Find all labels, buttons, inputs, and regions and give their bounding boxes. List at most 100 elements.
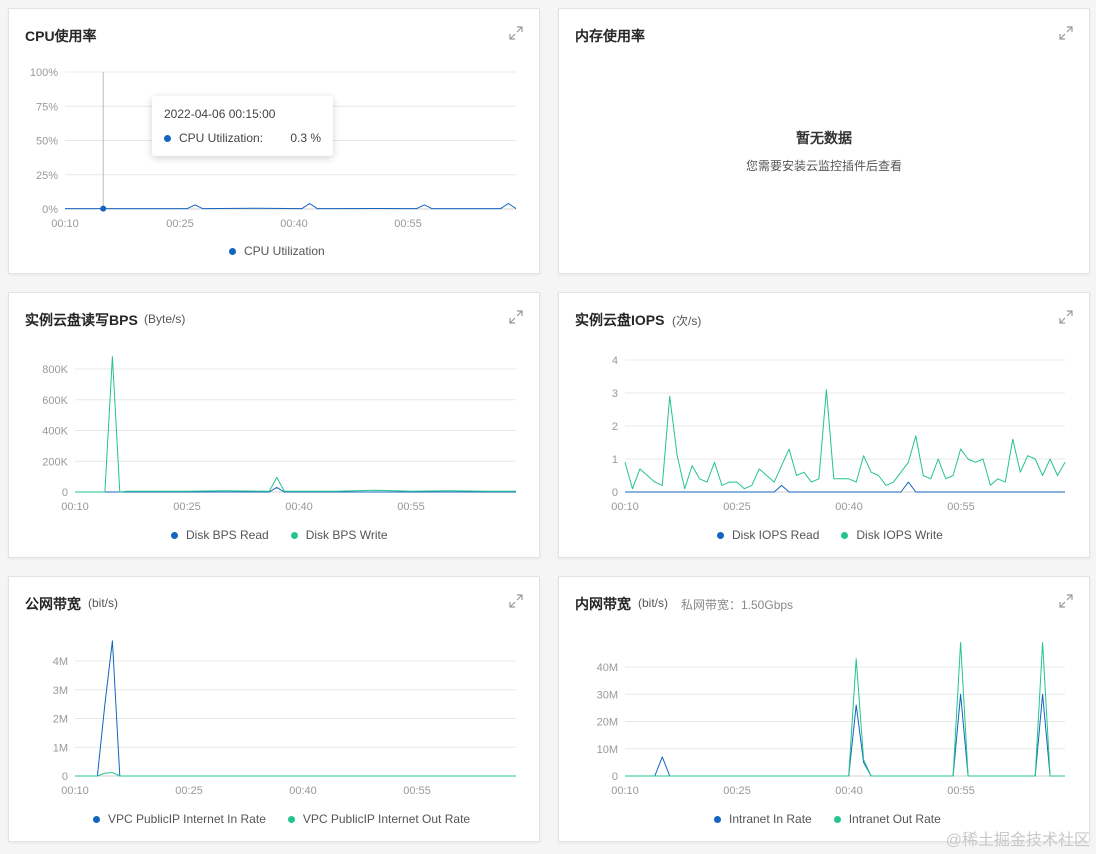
legend-item-internet-out-rate[interactable]: VPC PublicIP Internet Out Rate (287, 812, 471, 826)
public-bandwidth-chart[interactable]: 4M 3M 2M 1M 0 00:10 00:25 00:40 00:55 (9, 577, 541, 843)
legend-label: Disk IOPS Read (732, 528, 820, 542)
legend-dot (714, 815, 721, 823)
cpu-legend: CPU Utilization (229, 244, 325, 258)
y-tick-label: 0% (42, 204, 58, 216)
disk-bps-chart[interactable]: 800K 600K 400K 200K 0 00:10 00:25 00:40 00:55 (9, 293, 541, 559)
legend-item-disk-bps-read[interactable]: Disk BPS Read (171, 528, 269, 542)
y-tick-label: 3M (53, 685, 68, 697)
y-tick-label: 25% (36, 170, 58, 182)
x-tick-label: 00:25 (166, 218, 194, 230)
legend-dot (841, 531, 849, 539)
x-tick-label: 00:55 (403, 785, 431, 797)
y-tick-label: 3 (612, 388, 618, 400)
memory-card-title: 内存使用率 (575, 28, 645, 44)
y-tick-label: 800K (42, 364, 68, 376)
y-tick-label: 75% (36, 101, 58, 113)
x-tick-label: 00:55 (947, 501, 975, 513)
legend-dot (171, 531, 178, 539)
private-bandwidth-chart[interactable]: 40M 30M 20M 10M 0 00:10 00:25 00:40 00:55 (559, 577, 1091, 843)
legend-item-disk-iops-write[interactable]: Disk IOPS Write (841, 528, 943, 542)
legend-dot (287, 815, 295, 823)
legend-label: VPC PublicIP Internet Out Rate (302, 812, 471, 826)
disk-iops-legend: Disk IOPS Read Disk IOPS Write (717, 528, 943, 542)
y-tick-label: 0 (62, 487, 68, 499)
legend-item-intranet-in-rate[interactable]: Intranet In Rate (714, 812, 812, 826)
watermark: @稀土掘金技术社区 (945, 832, 1090, 849)
legend-dot (229, 247, 236, 255)
series-line (65, 203, 517, 210)
y-tick-label: 10M (597, 744, 618, 756)
x-tick-label: 00:55 (394, 218, 422, 230)
y-tick-label: 1 (612, 454, 618, 466)
series-line (624, 389, 1066, 490)
y-tick-label: 2 (612, 421, 618, 433)
x-tick-label: 00:10 (61, 785, 89, 797)
series-line (625, 693, 1065, 777)
tooltip-series-dot (164, 134, 171, 142)
empty-state-description: 您需要安装云监控插件后查看 (745, 159, 902, 173)
legend-dot (290, 531, 298, 539)
legend-item-disk-iops-read[interactable]: Disk IOPS Read (717, 528, 819, 542)
x-tick-label: 00:55 (947, 785, 975, 797)
y-tick-label: 2M (53, 714, 68, 726)
hover-point (100, 205, 107, 212)
x-tick-label: 00:10 (61, 501, 89, 513)
legend-item-cpu-utilization[interactable]: CPU Utilization (229, 244, 325, 258)
y-tick-label: 4M (53, 656, 68, 668)
legend-label: CPU Utilization (244, 244, 325, 258)
y-tick-label: 400K (42, 426, 68, 438)
legend-label: Intranet In Rate (729, 812, 812, 826)
y-tick-label: 200K (42, 456, 68, 468)
y-tick-label: 1M (53, 742, 68, 754)
tooltip-value: 0.3 % (290, 131, 321, 145)
cpu-tooltip: 2022-04-06 00:15:00 CPU Utilization: 0.3… (152, 96, 333, 156)
x-tick-label: 00:10 (611, 501, 639, 513)
tooltip-time: 2022-04-06 00:15:00 (164, 107, 276, 121)
x-tick-label: 00:25 (175, 785, 203, 797)
legend-dot (833, 815, 841, 823)
y-tick-label: 30M (597, 689, 618, 701)
series-line (625, 481, 1065, 493)
series-line (75, 772, 516, 777)
cpu-usage-card: CPU使用率 100% 75% 50% 25% 0% 00:10 00:25 00:40 00:… (8, 8, 540, 274)
legend-dot (717, 531, 724, 539)
x-tick-label: 00:10 (51, 218, 79, 230)
legend-label: Disk BPS Write (305, 528, 388, 542)
x-tick-label: 00:25 (723, 501, 751, 513)
legend-item-intranet-out-rate[interactable]: Intranet Out Rate (833, 812, 941, 826)
disk-bps-legend: Disk BPS Read Disk BPS Write (171, 528, 388, 542)
series-line (75, 356, 516, 493)
private-bandwidth-card: 内网带宽 (bit/s) 私网带宽：1.50Gbps 40M 30M 20M 10M 0… (558, 576, 1090, 842)
legend-label: Disk BPS Read (186, 528, 269, 542)
x-tick-label: 00:25 (173, 501, 201, 513)
x-tick-label: 00:55 (397, 501, 425, 513)
disk-iops-card: 实例云盘IOPS (次/s) 4 3 2 1 0 00:10 00:25 00:40 00:55… (558, 292, 1090, 558)
x-tick-label: 00:40 (285, 501, 313, 513)
private-bandwidth-legend: Intranet In Rate Intranet Out Rate (714, 812, 941, 826)
empty-state-title: 暂无数据 (796, 130, 852, 146)
tooltip-series-name: CPU Utilization: (179, 131, 264, 145)
legend-label: VPC PublicIP Internet In Rate (108, 812, 266, 826)
x-tick-label: 00:40 (835, 501, 863, 513)
disk-bps-card: 实例云盘读写BPS (Byte/s) 800K 600K 400K 200K 0 00:1… (8, 292, 540, 558)
disk-iops-chart[interactable]: 4 3 2 1 0 00:10 00:25 00:40 00:55 (559, 293, 1091, 559)
memory-usage-card: 内存使用率 暂无数据 您需要安装云监控插件后查看 (558, 8, 1090, 274)
legend-item-disk-bps-write[interactable]: Disk BPS Write (290, 528, 388, 542)
legend-label: Disk IOPS Write (856, 528, 943, 542)
legend-dot (93, 815, 100, 823)
x-tick-label: 00:40 (280, 218, 308, 230)
y-tick-label: 40M (597, 662, 618, 674)
legend-label: Intranet Out Rate (848, 812, 941, 826)
y-tick-label: 50% (36, 136, 58, 148)
x-tick-label: 00:40 (289, 785, 317, 797)
legend-item-internet-in-rate[interactable]: VPC PublicIP Internet In Rate (93, 812, 266, 826)
y-tick-label: 600K (42, 395, 68, 407)
y-tick-label: 4 (612, 355, 618, 367)
y-tick-label: 0 (612, 771, 618, 783)
public-bandwidth-card: 公网带宽 (bit/s) 4M 3M 2M 1M 0 00:10 00:25 00:40 00:… (8, 576, 540, 842)
y-tick-label: 0 (62, 771, 68, 783)
expand-icon[interactable] (1059, 26, 1073, 40)
x-tick-label: 00:10 (611, 785, 639, 797)
series-line (625, 642, 1065, 777)
y-tick-label: 100% (30, 67, 58, 79)
